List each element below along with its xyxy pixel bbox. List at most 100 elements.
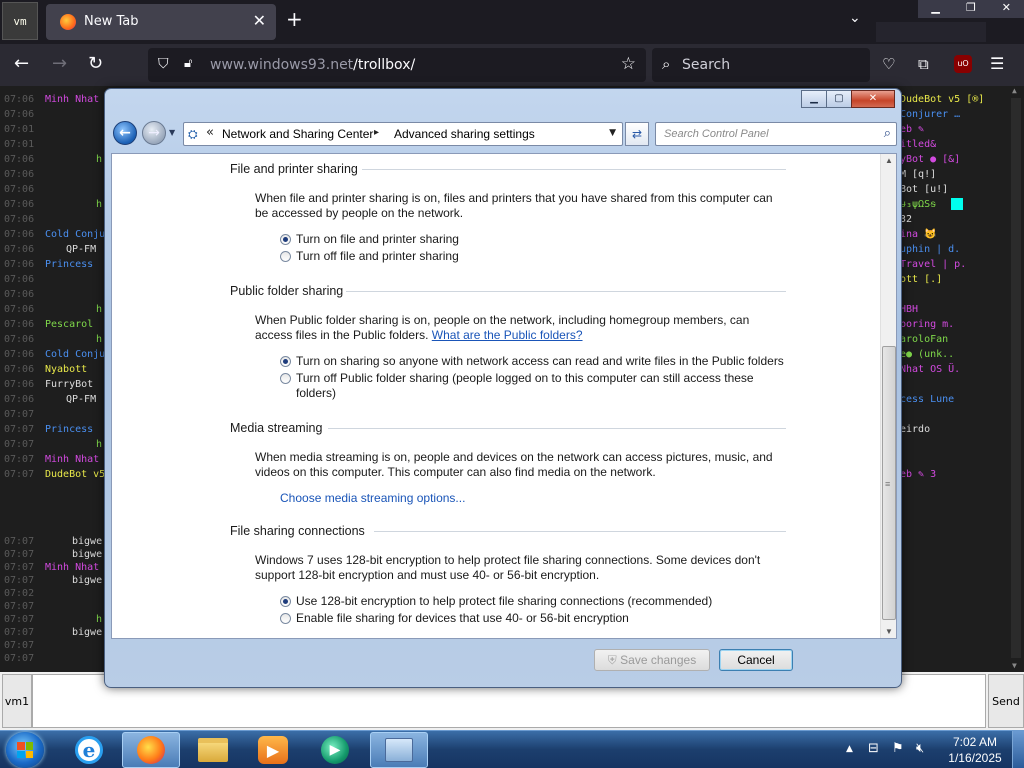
- pocket-icon[interactable]: ♡: [882, 55, 895, 73]
- clock[interactable]: 7:02 AM 1/16/2025: [940, 734, 1010, 766]
- chat-nick[interactable]: bigwe: [72, 575, 102, 586]
- show-desktop-button[interactable]: [1012, 731, 1024, 768]
- user-list-item[interactable]: Nhat OS Ü.: [900, 364, 960, 375]
- action-center-flag-icon[interactable]: ⚑: [892, 741, 904, 756]
- taskbar-media-player[interactable]: ▶: [244, 732, 302, 768]
- vm1-button[interactable]: vm1: [2, 674, 32, 728]
- lock-icon[interactable]: 🔓︎: [184, 56, 192, 71]
- user-list-item[interactable]: DudeBot v5 [®]: [900, 94, 984, 105]
- taskbar-internet-explorer[interactable]: e: [60, 732, 118, 768]
- chat-nick[interactable]: Cold Conju: [45, 229, 105, 240]
- chat-nick[interactable]: DudeBot v5: [45, 469, 105, 480]
- shield-icon[interactable]: ⛉: [158, 56, 169, 72]
- chat-nick[interactable]: QP-FM: [66, 394, 96, 405]
- user-list-item[interactable]: eb ✎: [900, 124, 924, 135]
- content-scrollbar[interactable]: ▲ ≡ ▼: [880, 154, 896, 638]
- close-icon[interactable]: ✕: [851, 90, 895, 108]
- new-tab-icon[interactable]: +: [286, 9, 303, 29]
- radio-button[interactable]: [280, 251, 291, 262]
- minimize-icon[interactable]: ▁: [801, 90, 827, 108]
- search-control-panel-input[interactable]: Search Control Panel ⌕: [655, 122, 897, 146]
- breadcrumb-overflow[interactable]: «: [206, 125, 214, 140]
- address-dropdown-icon[interactable]: ▼: [609, 128, 616, 138]
- user-list-item[interactable]: uphin | d.: [900, 244, 960, 255]
- user-list-item[interactable]: cess Lune: [900, 394, 954, 405]
- radio-button[interactable]: [280, 613, 291, 624]
- cancel-button[interactable]: Cancel: [719, 649, 793, 671]
- save-changes-button[interactable]: ⛨ Save changes: [594, 649, 710, 671]
- breadcrumb-network-sharing-center[interactable]: Network and Sharing Center: [222, 127, 373, 141]
- user-list-item[interactable]: itled&: [900, 139, 936, 150]
- url-text[interactable]: www.windows93.net/trollbox/: [210, 57, 415, 73]
- chat-nick[interactable]: h: [96, 614, 102, 625]
- back-arrow-icon[interactable]: ←: [14, 55, 29, 73]
- forward-icon[interactable]: →: [142, 121, 166, 145]
- chat-nick[interactable]: bigwe: [72, 536, 102, 547]
- address-bar[interactable]: ⛉ 🔓︎ www.windows93.net/trollbox/ ☆: [148, 48, 646, 82]
- scroll-up-icon[interactable]: ▲: [885, 156, 893, 165]
- forward-arrow-icon[interactable]: →: [52, 55, 67, 73]
- ublock-icon[interactable]: uO: [954, 55, 972, 73]
- user-list-item[interactable]: M [q!]: [900, 169, 936, 180]
- chat-nick[interactable]: QP-FM: [66, 244, 96, 255]
- user-list-item[interactable]: ott [.]: [900, 274, 942, 285]
- user-list-item[interactable]: Travel | p.: [900, 259, 966, 270]
- user-list-item[interactable]: HBH: [900, 304, 918, 315]
- taskbar-explorer[interactable]: [184, 732, 242, 768]
- start-button[interactable]: [6, 732, 44, 768]
- chat-nick[interactable]: Princess: [45, 424, 93, 435]
- show-hidden-icons-icon[interactable]: ▲: [846, 744, 853, 754]
- user-list-item[interactable]: Conjurer …: [900, 109, 960, 120]
- user-list-item[interactable]: aroloFan: [900, 334, 948, 345]
- user-list-item[interactable]: eirdo: [900, 424, 930, 435]
- user-list-item[interactable]: ina 😺: [900, 229, 937, 240]
- chevron-down-icon[interactable]: ⌄: [849, 10, 861, 26]
- radio-button-selected[interactable]: [280, 596, 291, 607]
- restore-icon[interactable]: ❐: [953, 0, 989, 18]
- extensions-icon[interactable]: ⧉: [918, 55, 929, 73]
- breadcrumb-separator[interactable]: ▸: [374, 127, 379, 138]
- close-window-icon[interactable]: ✕: [988, 0, 1024, 18]
- history-dropdown-icon[interactable]: ▼: [169, 128, 175, 137]
- menu-icon[interactable]: ☰: [990, 55, 1004, 73]
- send-button[interactable]: Send: [988, 674, 1024, 728]
- user-list-item[interactable]: boring m.: [900, 319, 954, 330]
- scroll-up-icon[interactable]: ▲: [1012, 86, 1017, 95]
- chat-nick[interactable]: h: [96, 154, 102, 165]
- user-list-item[interactable]: eb ✎ 3: [900, 469, 936, 480]
- chat-nick[interactable]: h: [96, 304, 102, 315]
- chat-nick[interactable]: bigwe: [72, 549, 102, 560]
- taskbar-firefox[interactable]: [122, 732, 180, 768]
- radio-button-selected[interactable]: [280, 356, 291, 367]
- minimize-icon[interactable]: ▁: [918, 0, 954, 18]
- chat-nick[interactable]: Minh Nhat: [45, 562, 99, 573]
- user-list-item[interactable]: e● (unk..: [900, 349, 954, 360]
- breadcrumb[interactable]: ⛭ « Network and Sharing Center ▸ Advance…: [183, 122, 623, 146]
- breadcrumb-advanced-sharing[interactable]: Advanced sharing settings: [394, 127, 535, 141]
- chat-nick[interactable]: FurryBot: [45, 379, 93, 390]
- back-icon[interactable]: ←: [113, 121, 137, 145]
- chat-nick[interactable]: Cold Conju: [45, 349, 105, 360]
- user-list-item[interactable]: Bot [u!]: [900, 184, 948, 195]
- scroll-down-icon[interactable]: ▼: [885, 627, 893, 636]
- chat-nick[interactable]: Pescarol: [45, 319, 93, 330]
- radio-turn-off-public-sharing[interactable]: Turn off Public folder sharing (people l…: [280, 371, 780, 401]
- public-folders-help-link[interactable]: What are the Public folders?: [432, 328, 583, 342]
- radio-128-bit-encryption[interactable]: Use 128-bit encryption to help protect f…: [280, 594, 800, 609]
- volume-muted-icon[interactable]: 🔇︎: [916, 741, 924, 756]
- refresh-icon[interactable]: ⇄: [625, 122, 649, 146]
- chat-nick[interactable]: Princess: [45, 259, 93, 270]
- maximize-icon[interactable]: ▢: [826, 90, 852, 108]
- radio-40-56-bit-encryption[interactable]: Enable file sharing for devices that use…: [280, 611, 800, 626]
- chat-nick[interactable]: h: [96, 334, 102, 345]
- chat-nick[interactable]: bigwe: [72, 627, 102, 638]
- page-scrollbar[interactable]: ▲ ▼: [1008, 86, 1024, 672]
- chat-nick[interactable]: Minh Nhat: [45, 454, 99, 465]
- media-streaming-options-link[interactable]: Choose media streaming options...: [280, 491, 465, 505]
- user-list-item[interactable]: yBot ● [&]: [900, 154, 960, 165]
- search-bar[interactable]: ⌕ Search: [652, 48, 870, 82]
- tab-new-tab[interactable]: New Tab ✕: [46, 4, 276, 40]
- app-icon[interactable]: vm: [2, 2, 38, 40]
- chat-nick[interactable]: h: [96, 439, 102, 450]
- radio-button-selected[interactable]: [280, 234, 291, 245]
